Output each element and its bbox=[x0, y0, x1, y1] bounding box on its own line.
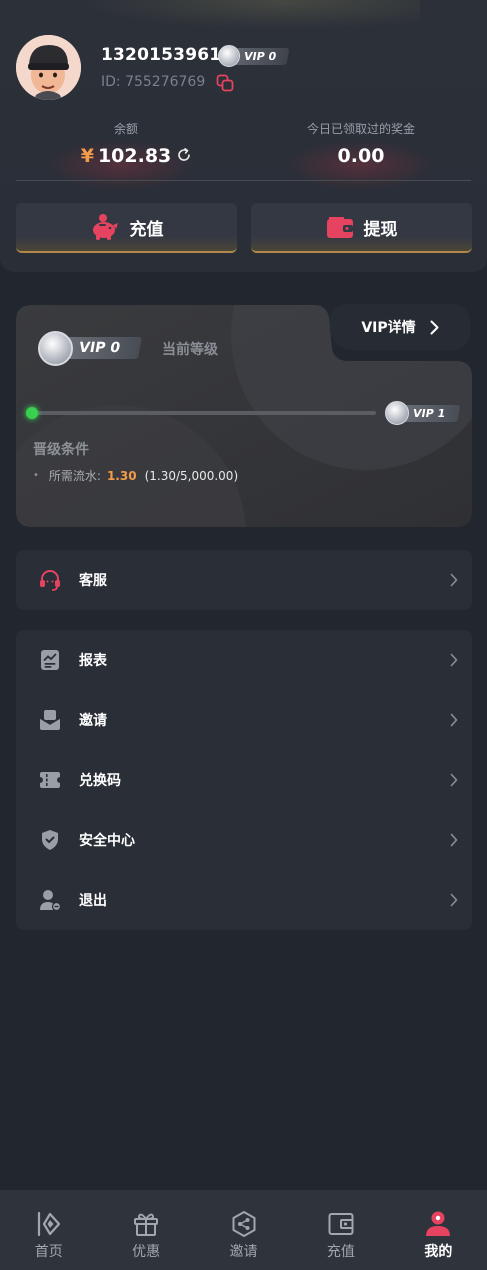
menu-item-label: 安全中心 bbox=[79, 833, 135, 849]
reward-amount: 0.00 bbox=[337, 145, 385, 167]
nav-item-profile[interactable]: 我的 bbox=[390, 1190, 487, 1270]
chevron-right-icon bbox=[450, 573, 458, 587]
nav-item-promotions[interactable]: 优惠 bbox=[97, 1190, 194, 1270]
bullet-icon: • bbox=[33, 470, 39, 481]
next-vip-text: VIP 1 bbox=[401, 404, 461, 422]
nav-item-home[interactable]: 首页 bbox=[0, 1190, 97, 1270]
nav-label: 我的 bbox=[424, 1244, 453, 1260]
avatar[interactable] bbox=[16, 35, 81, 100]
menu-item-redeem-code[interactable]: 兑换码 bbox=[16, 750, 472, 810]
vip-level-text: VIP 0 bbox=[232, 47, 290, 65]
menu-item-label: 报表 bbox=[79, 653, 107, 669]
menu-item-logout[interactable]: 退出 bbox=[16, 870, 472, 930]
current-level-label: 当前等级 bbox=[162, 342, 218, 358]
menu-item-support[interactable]: 客服 bbox=[16, 550, 472, 610]
nav-label: 首页 bbox=[34, 1244, 63, 1260]
header-divider bbox=[16, 180, 471, 181]
headset-icon bbox=[40, 570, 60, 591]
piggy-bank-icon bbox=[92, 214, 118, 240]
currency-symbol: ¥ bbox=[80, 145, 94, 167]
nav-label: 优惠 bbox=[132, 1244, 161, 1260]
upgrade-requirement: • 所需流水: 1.30 (1.30/5,000.00) bbox=[33, 467, 238, 484]
balance-value: 102.83 bbox=[97, 145, 172, 167]
vip-detail-button[interactable]: VIP详情 bbox=[330, 304, 470, 350]
refresh-icon[interactable] bbox=[176, 147, 192, 163]
chevron-right-icon bbox=[430, 320, 439, 334]
menu-item-label: 邀请 bbox=[79, 713, 107, 729]
requirement-range: (1.30/5,000.00) bbox=[144, 468, 239, 483]
account-header: 13201539614 VIP 0 ID: 755276769 余额 ¥102.… bbox=[0, 0, 487, 272]
nav-item-deposit[interactable]: 充值 bbox=[292, 1190, 389, 1270]
wallet-icon bbox=[326, 217, 353, 238]
upgrade-title: 晋级条件 bbox=[33, 442, 89, 458]
menu-item-invite[interactable]: 邀请 bbox=[16, 690, 472, 750]
vip-coin-icon bbox=[38, 330, 73, 366]
chevron-right-icon bbox=[450, 893, 458, 907]
chevron-right-icon bbox=[450, 833, 458, 847]
menu-item-label: 客服 bbox=[79, 573, 107, 589]
vip-detail-label: VIP详情 bbox=[361, 320, 416, 336]
header-decoration bbox=[80, 0, 420, 30]
nav-label: 充值 bbox=[326, 1244, 355, 1260]
requirement-value: 1.30 bbox=[106, 468, 137, 483]
vip-coin-icon bbox=[218, 45, 240, 67]
vip-progress-dot bbox=[26, 407, 38, 419]
reward-label: 今日已领取过的奖金 bbox=[306, 122, 415, 136]
user-id: ID: 755276769 bbox=[101, 74, 206, 90]
bottom-nav: 首页 优惠 邀请 充值 我的 bbox=[0, 1190, 487, 1270]
deposit-label: 充值 bbox=[129, 219, 164, 240]
balance-label: 余额 bbox=[113, 122, 138, 136]
support-menu: 客服 bbox=[16, 550, 472, 610]
home-icon bbox=[37, 1211, 60, 1237]
next-vip-badge: VIP 1 bbox=[385, 401, 465, 425]
report-icon bbox=[41, 650, 59, 670]
nav-item-invite[interactable]: 邀请 bbox=[195, 1190, 292, 1270]
balance-amount: ¥102.83 bbox=[26, 145, 226, 167]
current-vip-badge: VIP 0 bbox=[38, 330, 148, 366]
logout-icon bbox=[40, 890, 62, 912]
wallet-icon bbox=[328, 1213, 354, 1235]
main-menu: 报表 邀请 兑换码 安全中心 退出 bbox=[16, 630, 472, 930]
withdraw-label: 提现 bbox=[363, 219, 398, 240]
shield-icon bbox=[42, 830, 58, 850]
profile-icon bbox=[426, 1211, 451, 1236]
menu-item-label: 兑换码 bbox=[79, 773, 121, 789]
menu-item-report[interactable]: 报表 bbox=[16, 630, 472, 690]
invite-icon bbox=[39, 710, 61, 730]
vip-progress-track bbox=[32, 411, 376, 415]
chevron-right-icon bbox=[450, 773, 458, 787]
requirement-label: 所需流水: bbox=[48, 469, 101, 483]
reward-block: 今日已领取过的奖金 0.00 bbox=[261, 120, 461, 167]
share-icon bbox=[232, 1211, 256, 1237]
current-vip-text: VIP 0 bbox=[63, 337, 142, 359]
withdraw-button[interactable]: 提现 bbox=[251, 203, 472, 253]
balance-block: 余额 ¥102.83 bbox=[26, 120, 226, 167]
menu-item-security[interactable]: 安全中心 bbox=[16, 810, 472, 870]
vip-level-badge: VIP 0 bbox=[218, 45, 292, 67]
nav-label: 邀请 bbox=[229, 1244, 258, 1260]
chevron-right-icon bbox=[450, 713, 458, 727]
user-phone: 13201539614 bbox=[101, 45, 234, 65]
copy-icon[interactable] bbox=[216, 74, 234, 92]
deposit-button[interactable]: 充值 bbox=[16, 203, 237, 253]
menu-item-label: 退出 bbox=[79, 893, 107, 909]
gift-icon bbox=[134, 1213, 159, 1236]
ticket-icon bbox=[40, 772, 60, 788]
vip-coin-icon bbox=[385, 401, 409, 425]
chevron-right-icon bbox=[450, 653, 458, 667]
